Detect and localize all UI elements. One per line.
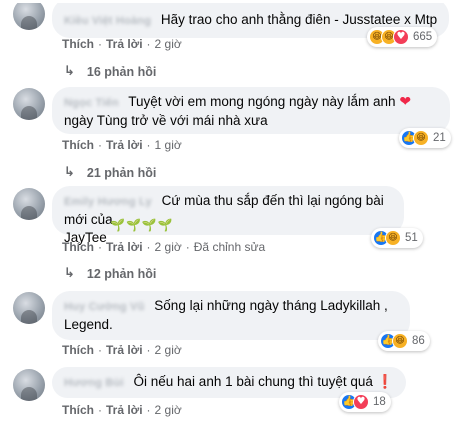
comment-author[interactable]: Huy Cường Vũ [64, 301, 145, 313]
reply-arrow-icon: ↳ [64, 266, 75, 281]
comment-bubble: Ngọc Tiến Tuyệt vời em mong ngóng ngày n… [52, 87, 450, 134]
comment-actions: Thích · Trả lời · 1 giờ [62, 138, 182, 152]
comment-actions: Thích · Trả lời · 2 giờ [62, 343, 182, 357]
heart-emoji: ❤ [399, 94, 412, 110]
separator-dot: · [98, 403, 102, 417]
reaction-count: 86 [412, 335, 425, 347]
comment-author[interactable]: Emily Hương Ly [64, 196, 152, 208]
separator-dot: · [98, 240, 102, 254]
comment-author[interactable]: Kiều Việt Hoàng [64, 15, 151, 27]
comment-text-line-2: ngày Tùng trở về với mái nhà xưa [64, 113, 268, 128]
comment-text: Ôi nếu hai anh 1 bài chung thì tuyệt quá [133, 374, 373, 389]
edited-label[interactable]: Đã chỉnh sửa [194, 240, 265, 254]
timestamp[interactable]: 2 giờ [155, 343, 182, 357]
comment-actions: Thích · Trả lời · 2 giờ [62, 37, 182, 51]
reply-button[interactable]: Trả lời [106, 343, 143, 357]
timestamp[interactable]: 2 giờ [155, 37, 182, 51]
avatar[interactable] [13, 88, 45, 120]
haha-icon: 😆 [392, 333, 408, 349]
replies-count[interactable]: 21 phản hồi [87, 166, 156, 180]
reaction-summary[interactable]: 😆 😆 ♥ 665 [367, 27, 438, 47]
avatar[interactable] [13, 369, 45, 401]
comment-actions: Thích · Trả lời · 2 giờ · Đã chỉnh sửa [62, 240, 265, 254]
separator-dot: · [98, 343, 102, 357]
top-edge [0, 0, 473, 3]
comment-bubble: Huy Cường Vũ Sống lại những ngày tháng L… [52, 291, 410, 340]
reply-arrow-icon: ↳ [64, 165, 75, 180]
comment-bubble: Emily Hương Ly Cứ mùa thu sắp đến thì lạ… [52, 186, 404, 245]
like-button[interactable]: Thích [62, 403, 94, 417]
separator-dot: · [146, 37, 151, 51]
reaction-count: 21 [433, 132, 446, 144]
haha-icon: 😆 [413, 130, 429, 146]
reply-button[interactable]: Trả lời [106, 37, 143, 51]
reaction-count: 665 [413, 31, 433, 43]
comment-text-line-1: Tuyệt vời em mong ngóng ngày này lắm anh [128, 94, 396, 109]
timestamp[interactable]: 2 giờ [155, 240, 182, 254]
timestamp[interactable]: 1 giờ [155, 138, 182, 152]
love-icon: ♥ [353, 394, 369, 410]
reaction-summary[interactable]: 👍 😆 86 [378, 331, 430, 351]
separator-dot: · [98, 138, 102, 152]
like-button[interactable]: Thích [62, 240, 94, 254]
view-replies-link[interactable]: ↳ 16 phản hồi [64, 64, 156, 79]
avatar[interactable] [13, 188, 45, 220]
view-replies-link[interactable]: ↳ 12 phản hồi [64, 266, 156, 281]
reply-arrow-icon: ↳ [64, 64, 75, 79]
comment-text-line-1: Sống lại những ngày tháng Ladykillah , [154, 298, 388, 313]
reaction-count: 18 [373, 396, 386, 408]
seedling-emoji: 🌱🌱🌱🌱 [110, 218, 174, 232]
comment-author[interactable]: Ngọc Tiến [64, 97, 119, 109]
haha-icon: 😆 [385, 230, 401, 246]
separator-dot: · [146, 343, 151, 357]
exclamation-emoji: ❗ [376, 374, 394, 390]
separator-dot: · [185, 240, 190, 254]
reaction-summary[interactable]: 👍 😆 21 [399, 128, 451, 148]
replies-count[interactable]: 12 phản hồi [87, 267, 156, 281]
separator-dot: · [98, 37, 102, 51]
comment-author[interactable]: Hương Bùi [64, 377, 124, 389]
reaction-count: 51 [405, 232, 418, 244]
separator-dot: · [146, 240, 151, 254]
replies-count[interactable]: 16 phản hồi [87, 65, 156, 79]
like-button[interactable]: Thích [62, 343, 94, 357]
view-replies-link[interactable]: ↳ 21 phản hồi [64, 165, 156, 180]
like-button[interactable]: Thích [62, 138, 94, 152]
reply-button[interactable]: Trả lời [106, 138, 143, 152]
love-icon: ♥ [393, 29, 409, 45]
like-button[interactable]: Thích [62, 37, 94, 51]
reply-button[interactable]: Trả lời [106, 403, 143, 417]
timestamp[interactable]: 2 giờ [155, 403, 182, 417]
avatar[interactable] [13, 292, 45, 324]
avatar[interactable] [13, 0, 45, 30]
comment-actions: Thích · Trả lời · 2 giờ [62, 403, 182, 417]
reaction-summary[interactable]: 👍 ♥ 18 [339, 392, 391, 412]
reaction-summary[interactable]: 👍 😆 51 [371, 228, 423, 248]
separator-dot: · [146, 138, 151, 152]
comment-text-line-2: Legend. [64, 317, 113, 332]
comment-text: Hãy trao cho anh thằng điên - Jusstatee … [160, 12, 438, 27]
reply-button[interactable]: Trả lời [106, 240, 143, 254]
separator-dot: · [146, 403, 151, 417]
